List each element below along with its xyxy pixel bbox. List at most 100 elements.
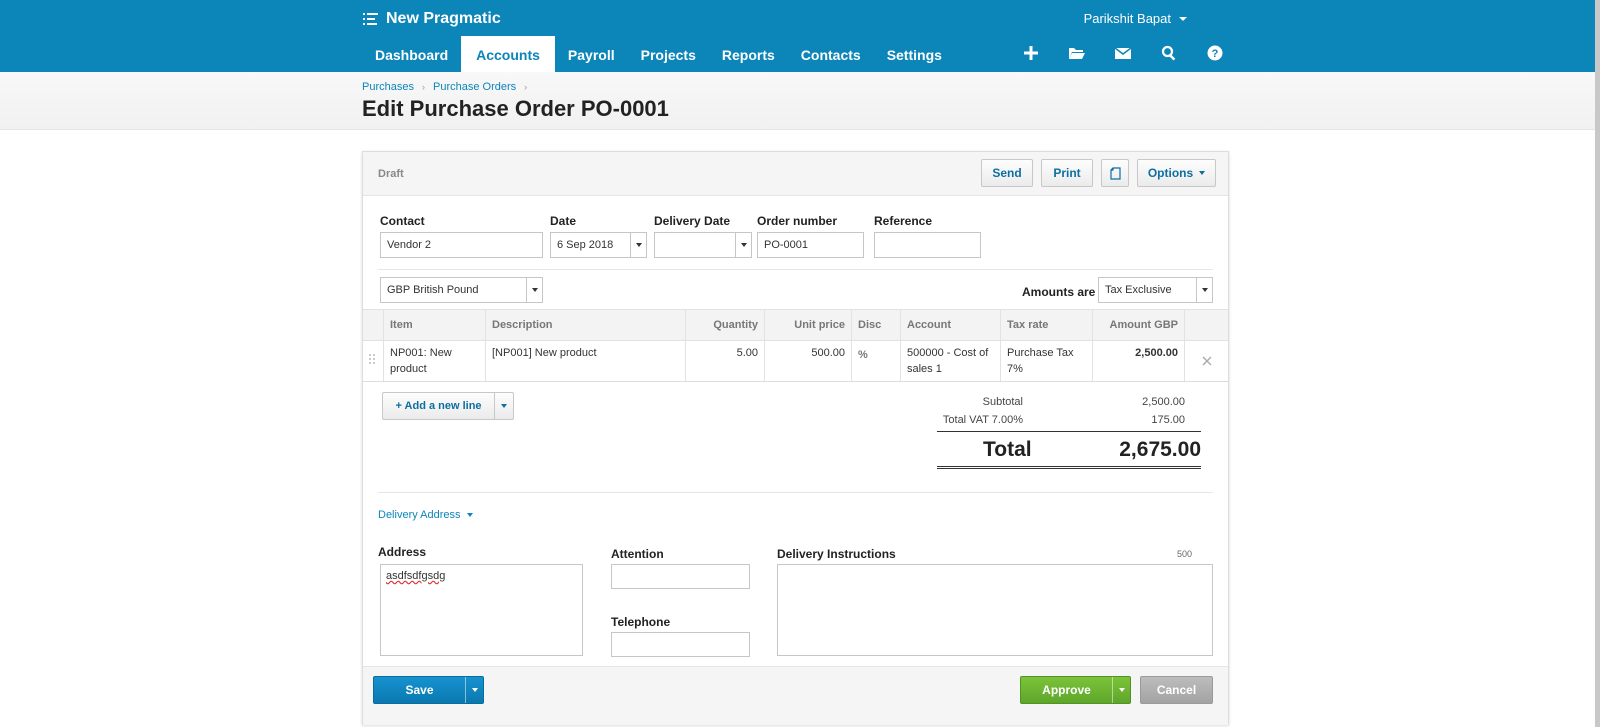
breadcrumb-separator: › — [524, 82, 528, 92]
page-header — [0, 72, 1595, 130]
cell-disc[interactable] — [852, 341, 901, 381]
tab-reports[interactable]: Reports — [709, 36, 788, 72]
copy-button[interactable] — [1101, 159, 1129, 187]
plus-icon[interactable] — [1008, 44, 1054, 62]
total-label: Total — [983, 438, 1032, 461]
save-button-group: Save — [373, 676, 484, 704]
mail-icon[interactable] — [1100, 44, 1146, 62]
list-icon — [363, 13, 378, 25]
divider — [378, 269, 1213, 270]
chevron-down-icon — [1199, 171, 1206, 175]
cell-tax-rate[interactable]: Purchase Tax 7% — [1001, 341, 1093, 381]
amounts-are-label: Amounts are — [1022, 285, 1096, 299]
date-picker-button[interactable] — [630, 233, 646, 257]
cell-unit-price[interactable]: 500.00 — [765, 341, 852, 381]
telephone-field[interactable] — [611, 632, 750, 657]
column-header-item: Item — [384, 310, 486, 340]
main-nav: Dashboard Accounts Payroll Projects Repo… — [362, 36, 955, 72]
attention-label: Attention — [611, 547, 664, 561]
tab-settings[interactable]: Settings — [874, 36, 955, 72]
tab-accounts[interactable]: Accounts — [461, 36, 555, 72]
card-toolbar: Draft Send Print Options — [363, 152, 1228, 196]
org-switcher[interactable]: New Pragmatic — [363, 9, 501, 29]
approve-button[interactable]: Approve — [1021, 677, 1112, 703]
delivery-address-toggle[interactable]: Delivery Address — [378, 509, 473, 521]
total-rule-bottom — [937, 466, 1201, 469]
contact-field[interactable]: Vendor 2 — [380, 232, 543, 258]
chevron-down-icon — [1201, 288, 1208, 292]
print-button[interactable]: Print — [1041, 159, 1093, 187]
address-field[interactable]: asdfsdfgsdg — [380, 564, 583, 656]
column-header-disc: Disc % — [852, 310, 901, 361]
add-line-button[interactable]: + Add a new line — [383, 393, 495, 419]
send-button-label: Send — [992, 166, 1022, 180]
help-icon[interactable]: ? — [1192, 44, 1238, 62]
tab-projects[interactable]: Projects — [628, 36, 709, 72]
user-name: Parikshit Bapat — [1083, 11, 1171, 26]
send-button[interactable]: Send — [981, 159, 1033, 187]
card-footer: Save Approve Cancel — [363, 666, 1228, 725]
add-line-button-group: + Add a new line — [382, 392, 514, 420]
save-options-button[interactable] — [465, 677, 483, 703]
address-value: asdfsdfgsdg — [386, 570, 446, 582]
breadcrumb-purchase-orders[interactable]: Purchase Orders — [433, 81, 516, 93]
delivery-address-label: Delivery Address — [378, 509, 461, 521]
order-number-field[interactable]: PO-0001 — [757, 232, 864, 258]
chevron-down-icon — [635, 243, 642, 247]
cell-amount[interactable]: 2,500.00 — [1093, 341, 1185, 381]
total-rule-top — [937, 431, 1201, 432]
chevron-down-icon — [1179, 16, 1187, 21]
print-button-label: Print — [1053, 166, 1081, 180]
close-icon — [1202, 356, 1212, 366]
telephone-label: Telephone — [611, 615, 671, 629]
delivery-instructions-field[interactable] — [777, 564, 1213, 656]
org-name: New Pragmatic — [386, 10, 501, 27]
subtotal-label: Subtotal — [982, 396, 1023, 408]
reference-field[interactable] — [874, 232, 981, 258]
breadcrumb: Purchases › Purchase Orders › — [362, 81, 527, 93]
cell-description[interactable]: [NP001] New product — [486, 341, 686, 381]
order-number-label: Order number — [757, 214, 838, 228]
delete-row-button[interactable] — [1185, 341, 1229, 381]
delivery-date-label: Delivery Date — [654, 214, 731, 228]
column-header-amount: Amount GBP — [1093, 310, 1185, 340]
cell-item[interactable]: NP001: New product — [384, 341, 486, 381]
date-field[interactable]: 6 Sep 2018 — [550, 232, 647, 258]
user-menu[interactable]: Parikshit Bapat — [1084, 11, 1187, 26]
cell-quantity[interactable]: 5.00 — [686, 341, 765, 381]
attention-field[interactable] — [611, 564, 750, 589]
approve-options-button[interactable] — [1112, 677, 1130, 703]
subtotal-value: 2,500.00 — [1142, 396, 1185, 408]
address-label: Address — [378, 545, 427, 559]
tab-payroll[interactable]: Payroll — [555, 36, 628, 72]
cancel-button[interactable]: Cancel — [1140, 676, 1213, 704]
currency-select[interactable]: GBP British Pound — [380, 277, 543, 303]
add-line-options-button[interactable] — [495, 393, 513, 419]
currency-dropdown-button[interactable] — [526, 278, 542, 302]
save-button[interactable]: Save — [374, 677, 465, 703]
folder-icon[interactable] — [1054, 44, 1100, 62]
tab-contacts[interactable]: Contacts — [788, 36, 874, 72]
column-header-description: Description — [486, 310, 686, 340]
reference-label: Reference — [874, 214, 933, 228]
amounts-are-select[interactable]: Tax Exclusive — [1098, 277, 1213, 303]
column-header-account: Account — [901, 310, 1001, 340]
copy-icon — [1109, 166, 1121, 180]
chevron-down-icon — [466, 513, 473, 517]
delivery-date-field[interactable] — [654, 232, 752, 258]
drag-handle-icon[interactable] — [363, 341, 384, 381]
status-label: Draft — [378, 168, 404, 180]
approve-button-group: Approve — [1020, 676, 1131, 704]
contact-label: Contact — [380, 214, 425, 228]
delivery-date-picker-button[interactable] — [735, 233, 751, 257]
breadcrumb-purchases[interactable]: Purchases — [362, 81, 414, 93]
cell-account[interactable]: 500000 - Cost of sales 1 — [901, 341, 1001, 381]
window-scrollbar[interactable] — [1595, 0, 1600, 727]
tab-dashboard[interactable]: Dashboard — [362, 36, 461, 72]
amounts-are-dropdown-button[interactable] — [1196, 278, 1212, 302]
vat-value: 175.00 — [1151, 414, 1185, 426]
search-icon[interactable] — [1146, 44, 1192, 62]
options-button[interactable]: Options — [1137, 159, 1216, 187]
breadcrumb-separator: › — [421, 82, 425, 92]
grid-handle-header — [363, 310, 384, 340]
